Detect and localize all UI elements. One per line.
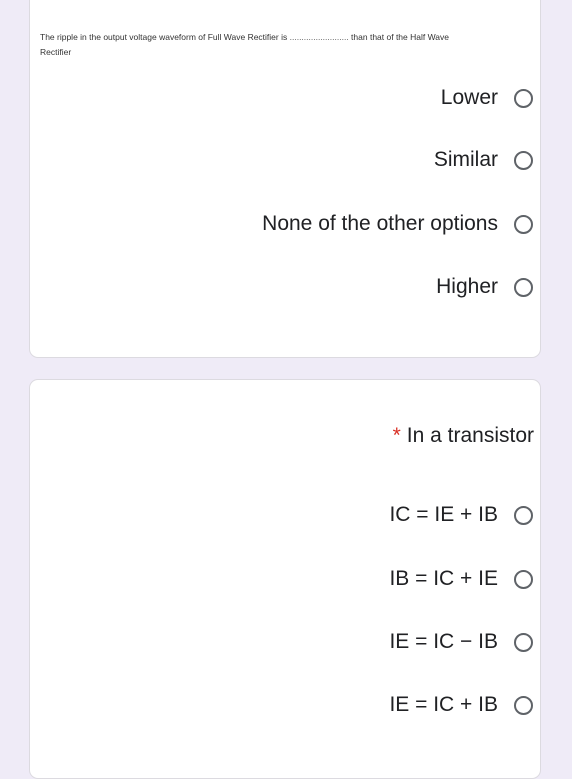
option-label: IC = IE + IB xyxy=(389,503,498,526)
option-similar[interactable]: Similar xyxy=(434,148,533,172)
radio-button-icon[interactable] xyxy=(514,88,533,108)
option-label: IB = IC + IE xyxy=(389,567,498,590)
option-none-of-the-other-options[interactable]: None of the other options xyxy=(262,212,533,236)
question-2-title: * In a transistor xyxy=(393,424,534,448)
radio-button-icon[interactable] xyxy=(514,214,533,234)
radio-button-icon[interactable] xyxy=(514,695,533,715)
question-1-text: The ripple in the output voltage wavefor… xyxy=(40,30,480,60)
option-label: Similar xyxy=(433,148,498,171)
radio-button-icon[interactable] xyxy=(514,632,533,652)
option-ic-eq-ie-plus-ib[interactable]: IC = IE + IB xyxy=(389,503,533,527)
option-label: None of the other options xyxy=(262,212,498,235)
option-label: Higher xyxy=(436,275,498,298)
radio-button-icon[interactable] xyxy=(514,569,533,589)
question-1-text-before: The ripple in the output voltage wavefor… xyxy=(40,32,288,42)
radio-button-icon[interactable] xyxy=(514,150,533,170)
option-ie-eq-ic-plus-ib[interactable]: IE = IC + IB xyxy=(389,693,533,717)
option-label: IE = IC − IB xyxy=(389,630,498,653)
radio-button-icon[interactable] xyxy=(514,277,533,297)
question-1-blank: ......................... xyxy=(289,32,349,42)
option-higher[interactable]: Higher xyxy=(436,275,533,299)
option-label: IE = IC + IB xyxy=(389,693,498,716)
option-ie-eq-ic-minus-ib[interactable]: IE = IC − IB xyxy=(389,630,533,654)
option-ib-eq-ic-plus-ie[interactable]: IB = IC + IE xyxy=(389,567,533,591)
required-asterisk: * xyxy=(392,424,401,447)
question-2-text: In a transistor xyxy=(406,424,534,447)
radio-button-icon[interactable] xyxy=(514,505,533,525)
option-lower[interactable]: Lower xyxy=(441,86,533,110)
option-label: Lower xyxy=(440,86,498,109)
